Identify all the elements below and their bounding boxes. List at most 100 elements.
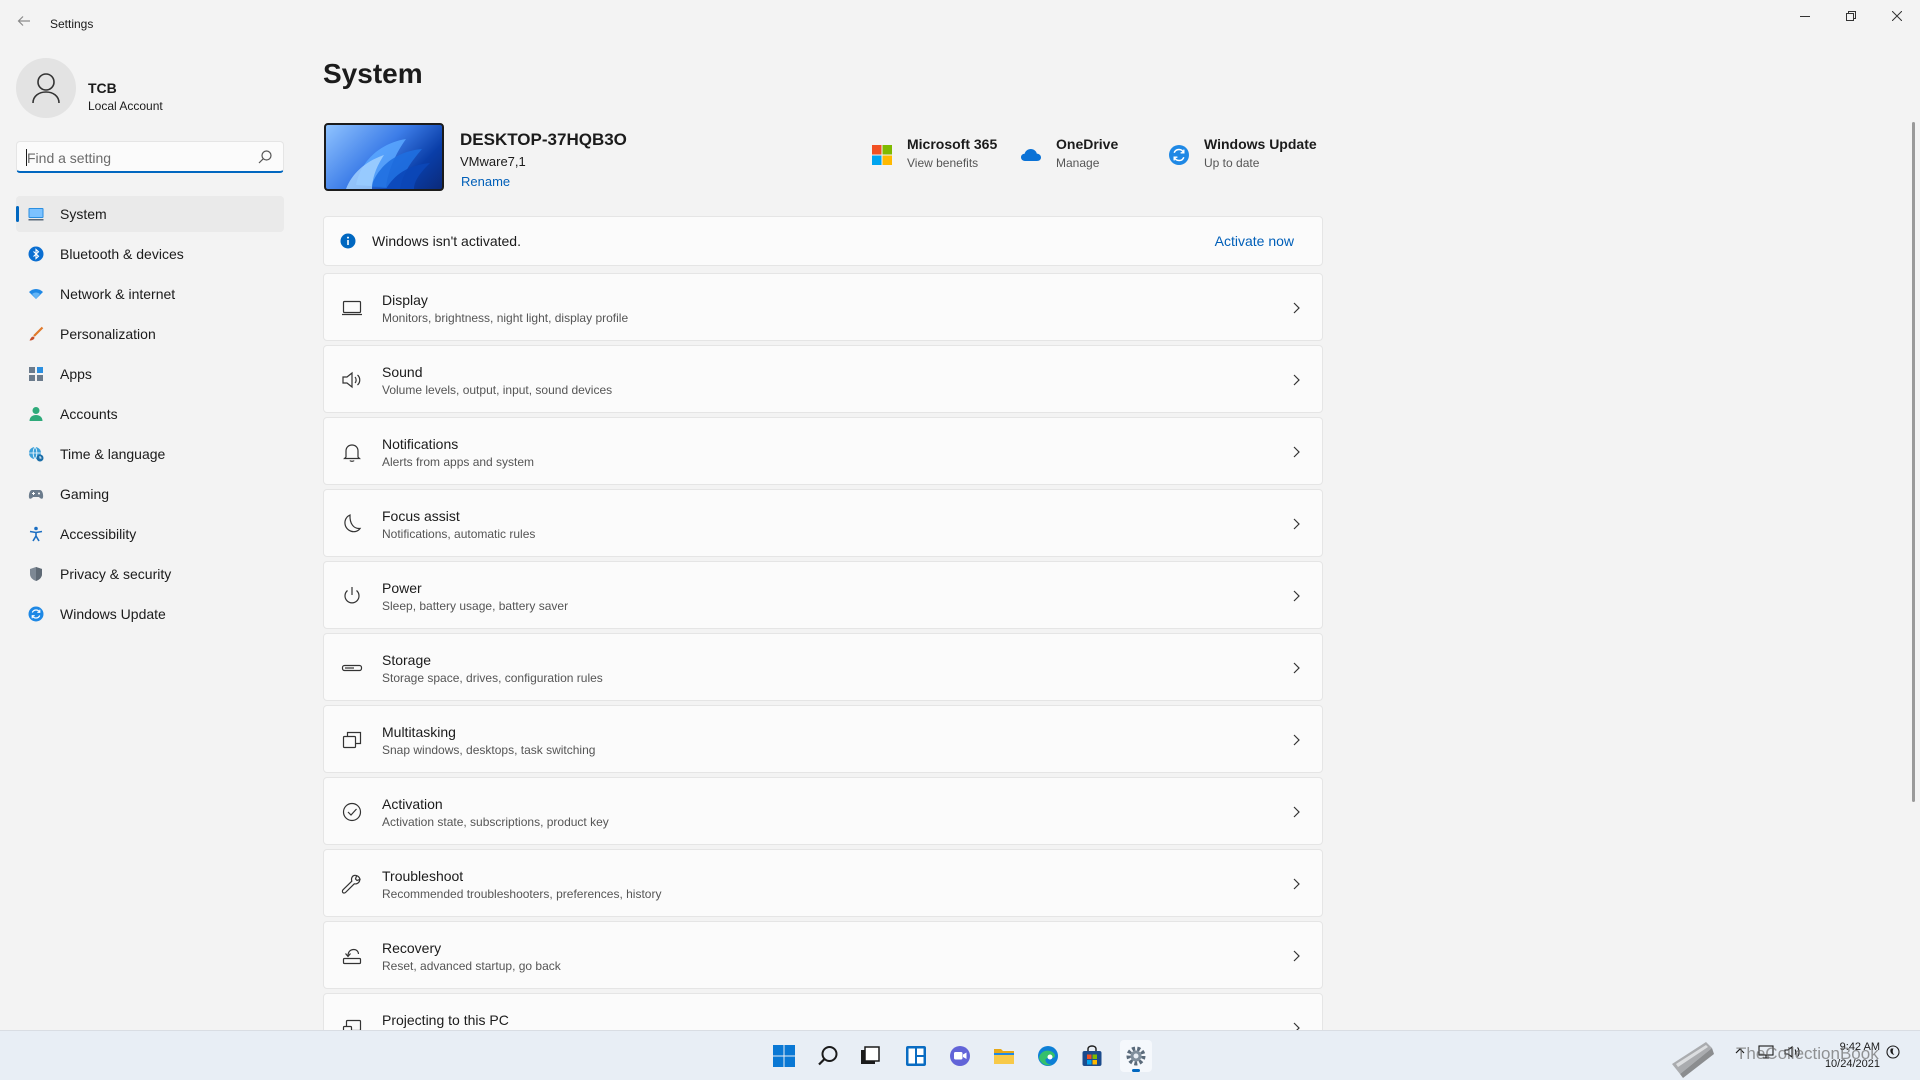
- taskbar-widgets-button[interactable]: [900, 1040, 932, 1072]
- file-explorer-icon: [994, 1049, 1014, 1064]
- avatar[interactable]: [16, 58, 76, 118]
- user-profile[interactable]: TCB Local Account: [16, 58, 286, 122]
- search-box[interactable]: [16, 141, 284, 173]
- speaker-icon: [340, 368, 364, 392]
- sidebar-nav: System Bluetooth & devices Network & int…: [16, 196, 284, 636]
- setting-sound[interactable]: Sound Volume levels, output, input, soun…: [323, 345, 1323, 413]
- quick-link-title: Windows Update: [1204, 136, 1317, 152]
- bluetooth-icon: [28, 246, 44, 262]
- title-bar: Settings: [0, 0, 1920, 48]
- search-icon: [818, 1046, 838, 1066]
- taskbar-search-button[interactable]: [812, 1040, 844, 1072]
- search-input[interactable]: [27, 148, 247, 168]
- sidebar-item-windows-update[interactable]: Windows Update: [16, 596, 284, 632]
- check-circle-icon: [340, 800, 364, 824]
- sidebar-item-time-language[interactable]: Time & language: [16, 436, 284, 472]
- sidebar-item-system[interactable]: System: [16, 196, 284, 232]
- accessibility-icon: [28, 526, 44, 542]
- shield-icon: [28, 566, 44, 582]
- notification-moon-icon: [1886, 1045, 1900, 1059]
- sidebar-item-privacy-security[interactable]: Privacy & security: [16, 556, 284, 592]
- setting-title: Multitasking: [382, 724, 456, 740]
- wrench-icon: [340, 872, 364, 896]
- close-button[interactable]: [1874, 0, 1920, 32]
- setting-troubleshoot[interactable]: Troubleshoot Recommended troubleshooters…: [323, 849, 1323, 917]
- monitor-icon: [28, 206, 44, 222]
- sidebar-item-label: Windows Update: [60, 606, 166, 622]
- restore-icon: [1846, 11, 1856, 21]
- setting-multitasking[interactable]: Multitasking Snap windows, desktops, tas…: [323, 705, 1323, 773]
- taskbar-file-explorer-button[interactable]: [988, 1040, 1020, 1072]
- window-title: Settings: [50, 17, 94, 31]
- sidebar-item-bluetooth[interactable]: Bluetooth & devices: [16, 236, 284, 272]
- taskbar-task-view-button[interactable]: [854, 1040, 886, 1072]
- setting-subtitle: Notifications, automatic rules: [382, 527, 536, 541]
- chevron-right-icon: [1293, 950, 1300, 962]
- taskbar-store-button[interactable]: [1076, 1040, 1108, 1072]
- quick-link-onedrive[interactable]: OneDrive Manage: [1020, 136, 1130, 180]
- quick-link-windows-update[interactable]: Windows Update Up to date: [1168, 136, 1318, 180]
- drive-icon: [340, 656, 364, 680]
- settings-icon: [1126, 1046, 1146, 1066]
- setting-title: Recovery: [382, 940, 442, 956]
- setting-title: Notifications: [382, 436, 459, 452]
- sidebar-item-label: Bluetooth & devices: [60, 246, 184, 262]
- recovery-icon: [340, 944, 364, 968]
- chevron-right-icon: [1293, 734, 1300, 746]
- taskbar-settings-button[interactable]: [1120, 1040, 1152, 1072]
- setting-projecting[interactable]: Projecting to this PC: [323, 993, 1323, 1030]
- device-wallpaper-thumbnail: [324, 123, 444, 191]
- minimize-icon: [1800, 16, 1810, 17]
- sidebar-item-accessibility[interactable]: Accessibility: [16, 516, 284, 552]
- setting-focus-assist[interactable]: Focus assist Notifications, automatic ru…: [323, 489, 1323, 557]
- sidebar-item-personalization[interactable]: Personalization: [16, 316, 284, 352]
- setting-storage[interactable]: Storage Storage space, drives, configura…: [323, 633, 1323, 701]
- wifi-icon: [28, 286, 44, 302]
- update-icon: [1169, 145, 1189, 165]
- person-icon: [28, 406, 44, 422]
- chevron-right-icon: [1293, 302, 1300, 314]
- search-icon[interactable]: [257, 149, 273, 165]
- update-icon: [28, 606, 44, 622]
- quick-link-subtitle: Up to date: [1204, 156, 1260, 170]
- main-content: System DESKTOP-37HQB3O VMware7,1 Rename …: [323, 48, 1323, 1030]
- setting-power[interactable]: Power Sleep, battery usage, battery save…: [323, 561, 1323, 629]
- setting-activation[interactable]: Activation Activation state, subscriptio…: [323, 777, 1323, 845]
- sidebar-item-label: Personalization: [60, 326, 156, 342]
- back-arrow-icon: [17, 16, 30, 26]
- setting-title: Focus assist: [382, 508, 460, 524]
- sidebar-item-accounts[interactable]: Accounts: [16, 396, 284, 432]
- sidebar-item-label: Network & internet: [60, 286, 176, 302]
- chat-icon: [950, 1046, 970, 1066]
- edge-icon: [1038, 1046, 1058, 1066]
- user-name: TCB: [88, 80, 117, 96]
- taskbar-chat-button[interactable]: [944, 1040, 976, 1072]
- sidebar-item-network[interactable]: Network & internet: [16, 276, 284, 312]
- restore-button[interactable]: [1828, 0, 1874, 32]
- quick-link-subtitle: View benefits: [907, 156, 979, 170]
- setting-display[interactable]: Display Monitors, brightness, night ligh…: [323, 273, 1323, 341]
- account-type: Local Account: [88, 99, 163, 113]
- quick-link-title: Microsoft 365: [907, 136, 998, 152]
- globe-clock-icon: [28, 446, 44, 462]
- rename-link[interactable]: Rename: [461, 174, 510, 189]
- sidebar-item-label: Apps: [60, 366, 92, 382]
- minimize-button[interactable]: [1782, 0, 1828, 32]
- setting-notifications[interactable]: Notifications Alerts from apps and syste…: [323, 417, 1323, 485]
- sidebar-item-label: System: [60, 206, 107, 222]
- taskbar-start-button[interactable]: [768, 1040, 800, 1072]
- quick-link-microsoft-365[interactable]: Microsoft 365 View benefits: [871, 136, 1001, 180]
- chevron-right-icon: [1293, 806, 1300, 818]
- chevron-right-icon: [1293, 446, 1300, 458]
- activate-now-button[interactable]: Activate now: [1215, 233, 1294, 249]
- tray-notification-icon[interactable]: [1886, 1045, 1900, 1062]
- setting-recovery[interactable]: Recovery Reset, advanced startup, go bac…: [323, 921, 1323, 989]
- activation-message: Windows isn't activated.: [372, 233, 521, 249]
- widgets-icon: [906, 1046, 926, 1066]
- sidebar-item-apps[interactable]: Apps: [16, 356, 284, 392]
- store-icon: [1082, 1045, 1102, 1066]
- back-button[interactable]: [12, 12, 36, 36]
- vertical-scrollbar[interactable]: [1912, 122, 1915, 802]
- sidebar-item-gaming[interactable]: Gaming: [16, 476, 284, 512]
- taskbar-edge-button[interactable]: [1032, 1040, 1064, 1072]
